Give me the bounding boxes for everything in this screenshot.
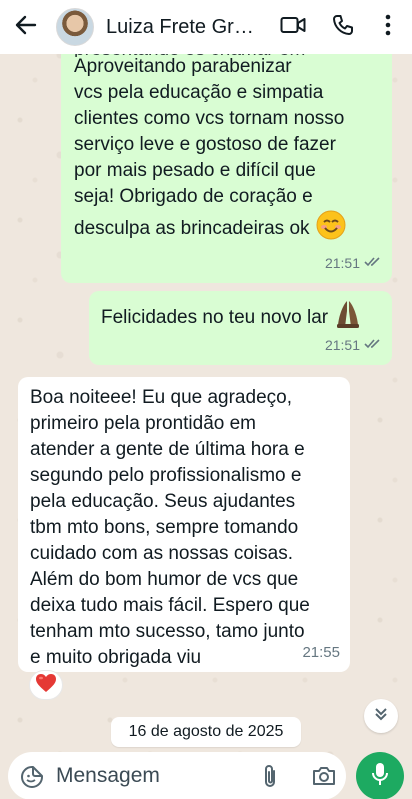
video-call-icon (280, 15, 306, 40)
microphone-icon (371, 761, 389, 792)
date-chip: 16 de agosto de 2025 (111, 717, 301, 747)
video-call-button[interactable] (278, 0, 308, 54)
message-time: 21:51 (324, 337, 360, 353)
message-text: Boa noiteee! Eu que agradeço, primeiro p… (30, 387, 310, 668)
arrow-back-icon (15, 14, 37, 41)
message-meta: 21:51 (325, 332, 382, 358)
message-time: 21:51 (324, 255, 360, 271)
camera-icon[interactable] (312, 765, 336, 792)
double-chevron-down-icon (373, 706, 389, 727)
message-input[interactable]: Mensagem (56, 764, 160, 788)
back-button[interactable] (4, 0, 48, 54)
message-composer[interactable]: Mensagem (8, 752, 346, 799)
date-label: 16 de agosto de 2025 (128, 723, 284, 740)
more-vert-icon (385, 14, 391, 41)
message-text: Felicidades no teu novo lar (101, 307, 329, 329)
scroll-to-bottom-button[interactable] (364, 699, 398, 733)
phone-icon (332, 14, 354, 41)
double-check-icon (364, 250, 382, 276)
reaction-badge[interactable] (29, 670, 63, 700)
message-bubble-incoming[interactable]: Boa noiteee! Eu que agradeço, primeiro p… (18, 377, 350, 672)
voice-message-button[interactable] (356, 752, 404, 799)
voice-call-button[interactable] (330, 0, 356, 54)
message-time: 21:55 (302, 644, 340, 661)
contact-name[interactable]: Luiza Frete Gr… (106, 16, 261, 39)
message-meta: 21:51 (325, 250, 382, 276)
red-heart-emoji (35, 673, 57, 698)
sticker-icon[interactable] (20, 765, 44, 794)
message-meta: 21:55 (302, 640, 340, 666)
paperclip-icon[interactable] (260, 764, 280, 795)
smiling-face-emoji (316, 210, 346, 248)
message-bubble-outgoing[interactable]: Felicidades no teu novo lar 21:51 (89, 291, 392, 365)
message-bubble-outgoing[interactable]: presentando os chamar em Aproveitando pa… (61, 40, 392, 283)
menu-button[interactable] (378, 0, 398, 54)
avatar[interactable] (56, 8, 94, 46)
message-text: Aproveitando parabenizar vcs pela educaç… (74, 56, 345, 240)
chat-header: Luiza Frete Gr… (0, 0, 412, 54)
double-check-icon (364, 332, 382, 358)
